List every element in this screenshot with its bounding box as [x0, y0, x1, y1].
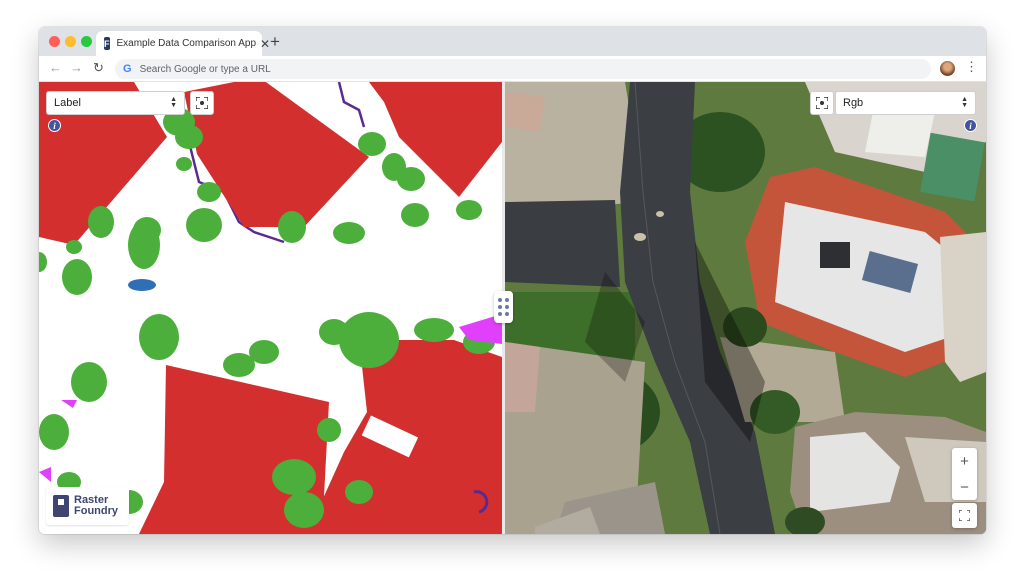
- grip-dot-icon: [505, 305, 509, 309]
- grip-dot-icon: [505, 312, 509, 316]
- left-fit-view-button[interactable]: [190, 91, 214, 115]
- grip-dot-icon: [505, 298, 509, 302]
- right-layer-select[interactable]: Rgb ▲ ▼: [835, 91, 976, 115]
- fence-line: [337, 82, 366, 128]
- pool-deck-region: [61, 400, 77, 408]
- left-info-icon[interactable]: i: [48, 119, 61, 132]
- building-footprint: [369, 82, 502, 197]
- zoom-out-button[interactable]: −: [952, 474, 977, 500]
- right-info-icon[interactable]: i: [964, 119, 977, 132]
- zoom-in-button[interactable]: +: [952, 448, 977, 474]
- label-map-pane[interactable]: Label ▲ ▼ i Raster Foundry: [39, 82, 502, 534]
- fullscreen-icon: [959, 510, 970, 521]
- water-body: [128, 279, 156, 291]
- raster-foundry-logo-icon: [53, 495, 69, 517]
- rgb-imagery-pane[interactable]: Rgb ▲ ▼ i + −: [505, 82, 986, 534]
- swipe-handle[interactable]: [494, 291, 513, 323]
- profile-avatar[interactable]: [940, 61, 955, 76]
- pool-deck-region: [39, 467, 51, 482]
- browser-toolbar: ← → ↻ G Search Google or type a URL ⋮: [39, 56, 986, 82]
- new-tab-button[interactable]: +: [270, 32, 280, 52]
- address-placeholder: Search Google or type a URL: [139, 63, 271, 75]
- raster-foundry-logo: Raster Foundry: [46, 487, 129, 525]
- reload-icon[interactable]: ↻: [93, 60, 104, 76]
- tab-strip: F Example Data Comparison App ✕ +: [39, 27, 986, 56]
- left-layer-select[interactable]: Label ▲ ▼: [46, 91, 185, 115]
- select-arrows-icon: ▲ ▼: [170, 96, 177, 109]
- close-window-button[interactable]: [49, 36, 60, 47]
- address-bar[interactable]: G Search Google or type a URL: [115, 59, 931, 79]
- logo-text: Raster Foundry: [74, 495, 124, 517]
- more-menu-icon[interactable]: ⋮: [965, 59, 978, 75]
- logo-line2: Foundry: [74, 505, 118, 517]
- comparison-viewer: Label ▲ ▼ i Raster Foundry Rgb ▲ ▼ i + −: [39, 82, 986, 534]
- tab-example-data-comparison[interactable]: F Example Data Comparison App ✕: [96, 31, 270, 56]
- back-arrow-icon[interactable]: ←: [49, 60, 62, 75]
- browser-window: F Example Data Comparison App ✕ + ← → ↻ …: [39, 27, 986, 534]
- favicon-icon: F: [104, 37, 110, 50]
- focus-frame-icon: [196, 97, 208, 109]
- maximize-window-button[interactable]: [81, 36, 92, 47]
- right-layer-select-value: Rgb: [843, 97, 864, 109]
- select-arrows-icon: ▲ ▼: [961, 96, 968, 109]
- tab-title: Example Data Comparison App: [116, 38, 257, 49]
- left-layer-select-value: Label: [54, 97, 81, 109]
- forward-arrow-icon[interactable]: →: [70, 60, 83, 75]
- label-map-canvas: [39, 82, 502, 534]
- grip-dot-icon: [498, 298, 502, 302]
- minimize-window-button[interactable]: [65, 36, 76, 47]
- fullscreen-button[interactable]: [952, 503, 977, 528]
- focus-frame-icon: [816, 97, 828, 109]
- google-icon: G: [123, 63, 132, 75]
- close-tab-icon[interactable]: ✕: [260, 37, 270, 51]
- rgb-imagery-canvas: [505, 82, 986, 534]
- grip-dot-icon: [498, 305, 502, 309]
- zoom-control: + −: [952, 448, 977, 500]
- right-fit-view-button[interactable]: [810, 91, 834, 115]
- grip-dot-icon: [498, 312, 502, 316]
